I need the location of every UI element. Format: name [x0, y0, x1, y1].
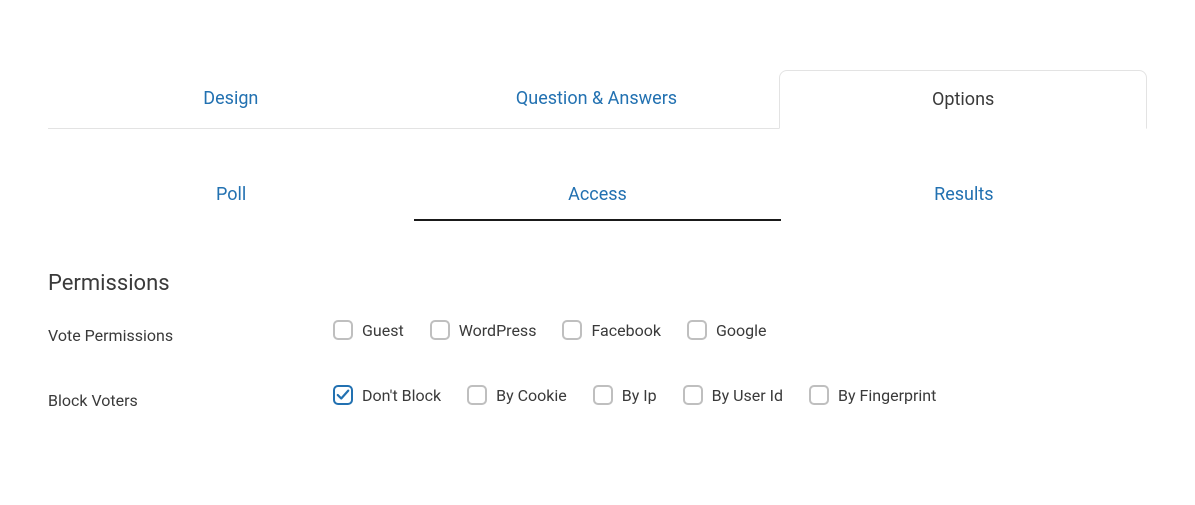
checkbox-by-fingerprint-label: By Fingerprint — [838, 386, 936, 405]
tab-question-answers[interactable]: Question & Answers — [414, 70, 780, 128]
checkbox-guest[interactable]: Guest — [333, 320, 404, 340]
checkbox-by-cookie[interactable]: By Cookie — [467, 385, 567, 405]
checkbox-box-icon — [683, 385, 703, 405]
checkbox-box-icon — [562, 320, 582, 340]
checkbox-box-icon — [333, 320, 353, 340]
checkbox-by-cookie-label: By Cookie — [496, 386, 567, 405]
checkmark-icon — [336, 388, 350, 402]
checkbox-by-user-id-label: By User Id — [712, 386, 783, 405]
checkbox-by-fingerprint[interactable]: By Fingerprint — [809, 385, 936, 405]
block-voters-label: Block Voters — [48, 385, 333, 410]
checkbox-box-icon — [809, 385, 829, 405]
checkbox-box-icon — [333, 385, 353, 405]
checkbox-guest-label: Guest — [362, 321, 404, 340]
tab-options[interactable]: Options — [779, 70, 1147, 129]
checkbox-facebook-label: Facebook — [591, 321, 660, 340]
checkbox-facebook[interactable]: Facebook — [562, 320, 660, 340]
checkbox-wordpress-label: WordPress — [459, 321, 537, 340]
permissions-heading: Permissions — [48, 271, 1147, 296]
checkbox-google[interactable]: Google — [687, 320, 767, 340]
checkbox-box-icon — [467, 385, 487, 405]
checkbox-box-icon — [430, 320, 450, 340]
checkbox-box-icon — [593, 385, 613, 405]
checkbox-dont-block-label: Don't Block — [362, 386, 441, 405]
checkbox-dont-block[interactable]: Don't Block — [333, 385, 441, 405]
vote-permissions-group: Guest WordPress Facebook Google — [333, 320, 766, 340]
checkbox-by-ip[interactable]: By Ip — [593, 385, 657, 405]
tab-design[interactable]: Design — [48, 70, 414, 128]
subtab-poll[interactable]: Poll — [48, 184, 414, 221]
block-voters-row: Block Voters Don't Block By Cookie By Ip — [48, 385, 1147, 410]
subtab-access[interactable]: Access — [414, 184, 780, 221]
sub-tabs: Poll Access Results — [48, 184, 1147, 221]
checkbox-by-ip-label: By Ip — [622, 386, 657, 405]
block-voters-group: Don't Block By Cookie By Ip By User Id — [333, 385, 936, 405]
checkbox-by-user-id[interactable]: By User Id — [683, 385, 783, 405]
subtab-results[interactable]: Results — [781, 184, 1147, 221]
vote-permissions-row: Vote Permissions Guest WordPress Faceboo… — [48, 320, 1147, 345]
checkbox-wordpress[interactable]: WordPress — [430, 320, 537, 340]
vote-permissions-label: Vote Permissions — [48, 320, 333, 345]
checkbox-google-label: Google — [716, 321, 767, 340]
checkbox-box-icon — [687, 320, 707, 340]
main-tabs: Design Question & Answers Options — [48, 70, 1147, 129]
